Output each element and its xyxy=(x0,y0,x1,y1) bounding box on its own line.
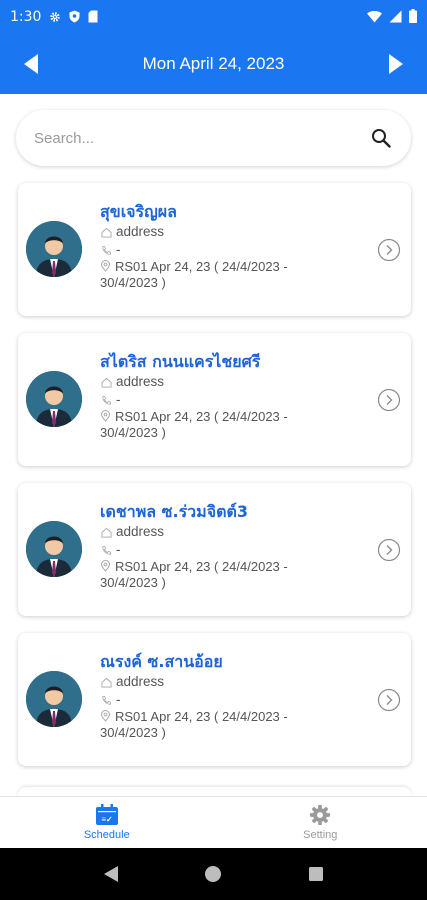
tab-schedule-label: Schedule xyxy=(83,829,130,841)
recents-icon[interactable] xyxy=(304,862,328,886)
next-day-button[interactable] xyxy=(371,34,421,94)
caret-right-icon xyxy=(389,54,403,74)
shield-icon xyxy=(69,8,80,27)
tab-setting-label: Setting xyxy=(303,829,338,841)
bottom-nav: ≡✓ Schedule Setting xyxy=(0,796,427,848)
customer-phone: - xyxy=(116,692,121,707)
avatar xyxy=(26,671,82,727)
sd-card-icon xyxy=(88,8,98,27)
customer-card[interactable]: ณรงค์ ซ.สานอ้อย address - RS01 Apr 24, 2… xyxy=(18,633,411,766)
home-icon[interactable] xyxy=(201,862,225,886)
avatar xyxy=(26,221,82,277)
customer-card[interactable]: สไตริส กนนแครไชยศรี address - RS01 Apr 2… xyxy=(18,333,411,466)
schedule-period-end: 30/4/2023 ) xyxy=(100,575,166,590)
schedule-period: RS01 Apr 24, 23 ( 24/4/2023 - xyxy=(115,409,288,424)
search-input[interactable] xyxy=(34,129,369,147)
schedule-period-end: 30/4/2023 ) xyxy=(100,275,166,290)
chevron-right-circle-icon[interactable] xyxy=(377,688,401,712)
customer-phone: - xyxy=(116,242,121,257)
chevron-right-circle-icon[interactable] xyxy=(377,238,401,262)
schedule-period-end: 30/4/2023 ) xyxy=(100,425,166,440)
chevron-right-circle-icon[interactable] xyxy=(377,538,401,562)
avatar xyxy=(26,371,82,427)
schedule-period-end: 30/4/2023 ) xyxy=(100,725,166,740)
customer-address: address xyxy=(116,674,165,689)
chevron-right-circle-icon[interactable] xyxy=(377,388,401,412)
page-title: Mon April 24, 2023 xyxy=(142,54,285,73)
phone-icon xyxy=(100,544,112,556)
svg-text:≡✓: ≡✓ xyxy=(101,815,112,824)
customer-address: address xyxy=(116,524,165,539)
location-pin-icon xyxy=(100,410,112,422)
status-time: 1:30 xyxy=(10,9,42,25)
avatar xyxy=(26,521,82,577)
home-icon xyxy=(100,676,112,688)
customer-card[interactable]: เดชาพล ซ.ร่วมจิตต์3 address - RS01 Apr 2… xyxy=(18,483,411,616)
phone-icon xyxy=(100,394,112,406)
battery-icon xyxy=(409,8,417,27)
customer-name: สไตริส กนนแครไชยศรี xyxy=(100,352,261,371)
tab-setting[interactable]: Setting xyxy=(214,797,427,848)
customer-name: ณรงค์ ซ.สานอ้อย xyxy=(100,652,223,671)
phone-icon xyxy=(100,694,112,706)
schedule-period: RS01 Apr 24, 23 ( 24/4/2023 - xyxy=(115,559,288,574)
location-pin-icon xyxy=(100,260,112,272)
home-icon xyxy=(100,376,112,388)
search-icon[interactable] xyxy=(369,126,393,150)
tab-schedule[interactable]: ≡✓ Schedule xyxy=(0,797,214,848)
customer-name: เดชาพล ซ.ร่วมจิตต์3 xyxy=(100,502,248,521)
gear-icon xyxy=(310,804,331,826)
customer-address: address xyxy=(116,374,165,389)
date-header: Mon April 24, 2023 xyxy=(0,34,427,94)
phone-icon xyxy=(100,244,112,256)
home-icon xyxy=(100,526,112,538)
calendar-icon: ≡✓ xyxy=(95,804,118,825)
customer-address: address xyxy=(116,224,165,239)
customer-name: สุขเจริญผล xyxy=(100,202,177,221)
gear-icon xyxy=(49,8,61,27)
status-bar: 1:30 xyxy=(0,0,427,34)
system-nav-bar xyxy=(0,848,427,900)
customer-card[interactable]: สุขเจริญผล address - RS01 Apr 24, 23 ( 2… xyxy=(18,183,411,316)
previous-day-button[interactable] xyxy=(6,34,56,94)
signal-icon xyxy=(389,8,402,27)
schedule-period: RS01 Apr 24, 23 ( 24/4/2023 - xyxy=(115,709,288,724)
location-pin-icon xyxy=(100,560,112,572)
home-icon xyxy=(100,226,112,238)
wifi-icon xyxy=(367,8,382,27)
customer-phone: - xyxy=(116,392,121,407)
schedule-period: RS01 Apr 24, 23 ( 24/4/2023 - xyxy=(115,259,288,274)
search-bar xyxy=(16,110,411,166)
caret-left-icon xyxy=(24,54,38,74)
location-pin-icon xyxy=(100,710,112,722)
back-icon[interactable] xyxy=(99,862,123,886)
customer-phone: - xyxy=(116,542,121,557)
